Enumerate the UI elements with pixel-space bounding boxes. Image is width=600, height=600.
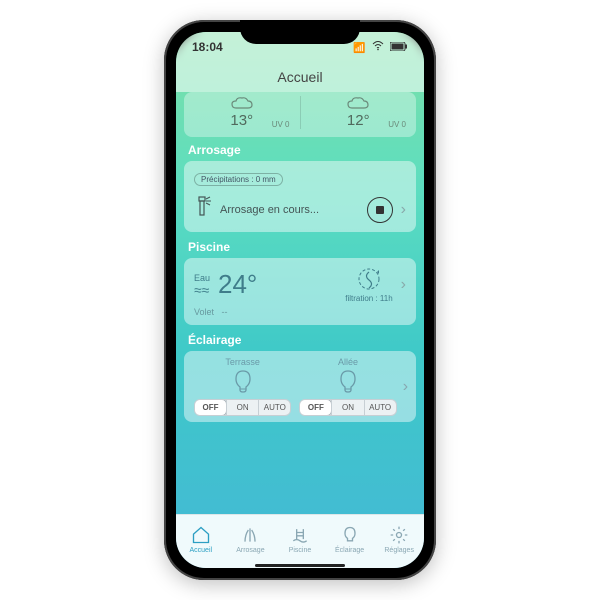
weather-uv-1: UV 0 bbox=[388, 120, 406, 129]
bulb-icon bbox=[337, 369, 359, 395]
tab-reglages[interactable]: Réglages bbox=[374, 515, 424, 564]
bulb-icon bbox=[232, 369, 254, 395]
seg-on[interactable]: ON bbox=[331, 400, 363, 415]
light-label-1: Allée bbox=[299, 357, 396, 367]
chevron-right-icon[interactable]: › bbox=[401, 378, 410, 396]
filtration-icon bbox=[356, 266, 382, 292]
piscine-card[interactable]: Eau ≈≈ 24° filtration : 11h › Volet -- bbox=[184, 258, 416, 325]
status-time: 18:04 bbox=[192, 40, 223, 54]
sprinkler-icon bbox=[194, 195, 212, 224]
status-indicators: 📶 bbox=[350, 40, 408, 54]
eclairage-card[interactable]: Terrasse OFF ON AUTO Allée bbox=[184, 351, 416, 422]
water-icon: ≈≈ bbox=[194, 283, 210, 297]
section-title-arrosage: Arrosage bbox=[188, 143, 412, 157]
weather-uv-0: UV 0 bbox=[272, 120, 290, 129]
tab-eclairage[interactable]: Éclairage bbox=[325, 515, 375, 564]
filtration-text: filtration : 11h bbox=[345, 294, 392, 303]
arrosage-card[interactable]: Précipitations : 0 mm Arrosage en cours.… bbox=[184, 161, 416, 232]
weather-col-1: 12° UV 0 bbox=[300, 96, 417, 129]
wifi-icon bbox=[372, 43, 387, 54]
seg-on[interactable]: ON bbox=[226, 400, 258, 415]
chevron-right-icon[interactable]: › bbox=[401, 201, 406, 219]
tab-piscine[interactable]: Piscine bbox=[275, 515, 325, 564]
cloud-icon bbox=[230, 96, 254, 110]
seg-off[interactable]: OFF bbox=[194, 399, 227, 416]
tab-arrosage[interactable]: Arrosage bbox=[226, 515, 276, 564]
stop-button[interactable] bbox=[367, 197, 393, 223]
segmented-terrasse[interactable]: OFF ON AUTO bbox=[194, 399, 291, 416]
chevron-right-icon[interactable]: › bbox=[401, 276, 406, 294]
precipitation-chip: Précipitations : 0 mm bbox=[194, 173, 283, 186]
volet-row: Volet -- bbox=[194, 307, 406, 317]
weather-card[interactable]: 13° UV 0 12° UV 0 bbox=[184, 92, 416, 137]
content[interactable]: 13° UV 0 12° UV 0 Arrosage Précipitation… bbox=[176, 92, 424, 514]
section-title-piscine: Piscine bbox=[188, 240, 412, 254]
section-title-eclairage: Éclairage bbox=[188, 333, 412, 347]
home-indicator[interactable] bbox=[176, 564, 424, 568]
arrosage-status: Arrosage en cours... bbox=[220, 204, 359, 216]
seg-auto[interactable]: AUTO bbox=[364, 400, 396, 415]
page-title: Accueil bbox=[176, 62, 424, 92]
segmented-allee[interactable]: OFF ON AUTO bbox=[299, 399, 396, 416]
filtration-block: filtration : 11h bbox=[345, 266, 392, 303]
tab-bar: Accueil Arrosage Piscine Éclairage Régla… bbox=[176, 514, 424, 564]
pool-temp: 24° bbox=[218, 269, 337, 300]
weather-col-0: 13° UV 0 bbox=[184, 96, 300, 129]
light-terrasse: Terrasse OFF ON AUTO bbox=[190, 357, 295, 416]
battery-icon bbox=[390, 43, 408, 54]
light-allee: Allée OFF ON AUTO bbox=[295, 357, 400, 416]
screen: 18:04 📶 Accueil 13° bbox=[176, 32, 424, 568]
notch bbox=[240, 20, 360, 44]
light-label-0: Terrasse bbox=[194, 357, 291, 367]
phone-frame: 18:04 📶 Accueil 13° bbox=[164, 20, 436, 580]
cloud-icon bbox=[346, 96, 370, 110]
signal-icon: 📶 bbox=[353, 43, 365, 54]
seg-off[interactable]: OFF bbox=[299, 399, 332, 416]
pool-water-label: Eau ≈≈ bbox=[194, 273, 210, 297]
seg-auto[interactable]: AUTO bbox=[258, 400, 290, 415]
tab-accueil[interactable]: Accueil bbox=[176, 515, 226, 564]
